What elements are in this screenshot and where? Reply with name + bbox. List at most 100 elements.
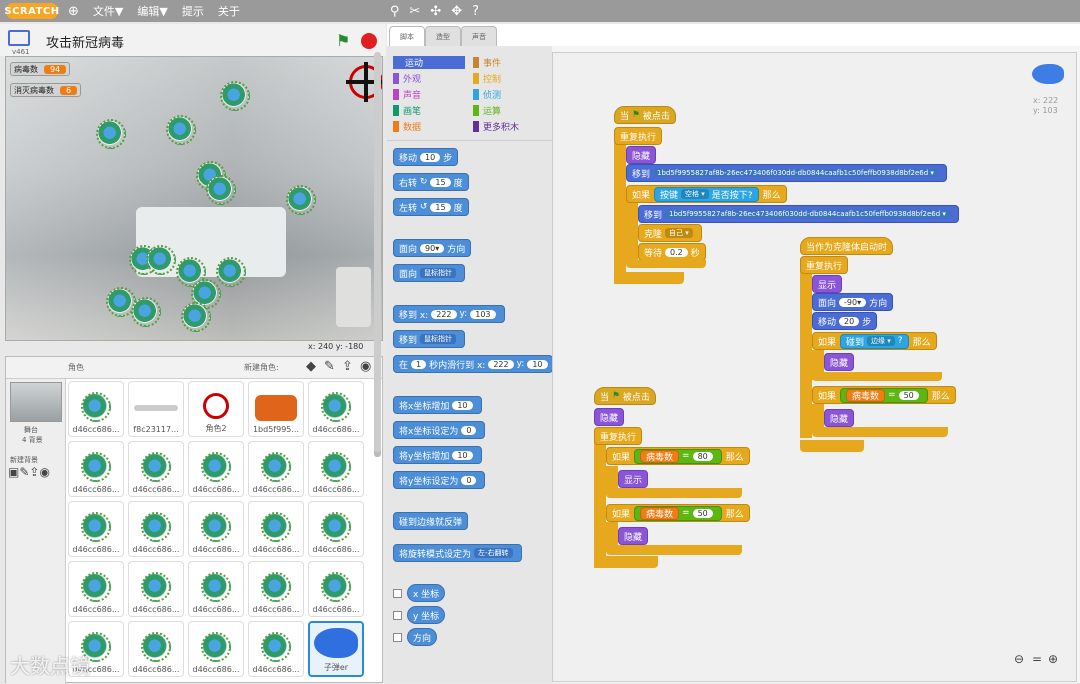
scratch-logo[interactable]: SCRATCH	[4, 3, 59, 19]
block-change-y[interactable]: 将y坐标增加 10	[393, 446, 482, 464]
cut-icon[interactable]: ✂	[409, 4, 420, 19]
duplicate-icon[interactable]: ⚲	[390, 4, 400, 19]
shrink-icon[interactable]: ✥	[451, 4, 462, 19]
sprite-thumbnail[interactable]: d46cc686...	[248, 621, 304, 677]
tips-menu[interactable]: 提示	[182, 3, 204, 19]
sprite-thumbnail[interactable]: d46cc686...	[188, 561, 244, 617]
hide-block-5[interactable]: 隐藏	[618, 527, 649, 545]
project-title[interactable]: 攻击新冠病毒	[46, 32, 124, 51]
sprite-thumbnail[interactable]: 1bd5f995...	[248, 381, 304, 437]
paint-brush-icon[interactable]: ✎	[324, 359, 335, 374]
sprite-thumbnail[interactable]: d46cc686...	[308, 561, 364, 617]
if-touch-edge-block[interactable]: 如果 碰到 边缘 ▾? 那么	[812, 332, 937, 350]
if-var-80-block[interactable]: 如果 病毒数 = 80 那么	[606, 447, 750, 465]
category-4[interactable]: 声音	[393, 88, 421, 101]
block-rotation-style[interactable]: 将旋转模式设定为 左-右翻转	[393, 544, 522, 562]
stage-thumbnail[interactable]	[10, 382, 62, 422]
zoom-out-icon[interactable]: ⊖	[1014, 652, 1024, 666]
fullscreen-icon[interactable]	[8, 30, 30, 46]
clone-start-hat[interactable]: 当作为克隆体启动时	[800, 237, 894, 255]
sprite-thumbnail[interactable]: d46cc686...	[68, 501, 124, 557]
stop-icon[interactable]	[361, 33, 377, 49]
block-point-towards[interactable]: 面向 鼠标指针	[393, 264, 466, 282]
about-menu[interactable]: 关于	[218, 3, 240, 19]
block-glide[interactable]: 在 1 秒内滑行到 x: 222 y: 10	[393, 355, 553, 373]
when-flag-hat[interactable]: 当 ⚑ 被点击	[614, 106, 676, 124]
sprite-thumbnail[interactable]: d46cc686...	[128, 441, 184, 497]
hide-block-4[interactable]: 隐藏	[594, 408, 625, 426]
category-1[interactable]: 事件	[473, 56, 501, 69]
block-point-direction[interactable]: 面向 90▾ 方向	[393, 239, 472, 257]
show-block-2[interactable]: 显示	[618, 470, 649, 488]
sprite-thumbnail[interactable]: d46cc686...	[248, 441, 304, 497]
block-goto[interactable]: 移到 鼠标指针	[393, 330, 466, 348]
block-turn-right[interactable]: 右转 ↻ 15 度	[393, 173, 469, 191]
goto-block-inner[interactable]: 移到 1bd5f9955827af8b-26ec473406f030dd-db08…	[638, 205, 959, 223]
goto-block[interactable]: 移到 1bd5f9955827af8b-26ec473406f030dd-db08…	[626, 164, 947, 182]
checkbox-direction[interactable]	[393, 633, 402, 642]
clone-block[interactable]: 克隆 自己 ▾	[638, 224, 702, 242]
category-0[interactable]: 运动	[393, 56, 465, 69]
tab-scripts[interactable]: 脚本	[389, 26, 425, 46]
block-goto-xy[interactable]: 移到 x: 222 y: 103	[393, 305, 505, 323]
category-8[interactable]: 数据	[393, 120, 421, 133]
sprite-library-icon[interactable]: ◆	[306, 359, 316, 374]
camera-icon[interactable]: ◉	[360, 359, 371, 374]
reporter-direction[interactable]: 方向	[407, 628, 438, 646]
category-6[interactable]: 画笔	[393, 104, 421, 117]
if-key-block[interactable]: 如果 按键 空格 ▾ 是否按下? 那么	[626, 185, 787, 203]
block-bounce[interactable]: 碰到边缘就反弹	[393, 512, 469, 530]
block-turn-left[interactable]: 左转 ↺ 15 度	[393, 198, 469, 216]
green-flag-icon[interactable]: ⚑	[336, 31, 350, 50]
tab-costumes[interactable]: 造型	[425, 26, 461, 46]
sprite-thumbnail[interactable]: d46cc686...	[68, 441, 124, 497]
show-block[interactable]: 显示	[812, 275, 843, 293]
backdrop-tools-icon[interactable]: ▣✎⇪◉	[8, 465, 50, 479]
stage-canvas[interactable]: 病毒数 94 消灭病毒数 6	[5, 56, 383, 341]
forever-block[interactable]: 重复执行	[614, 127, 663, 145]
block-set-x[interactable]: 将x坐标设定为 0	[393, 421, 486, 439]
forever2-block[interactable]: 重复执行	[800, 256, 849, 274]
sprite-thumbnail[interactable]: d46cc686...	[188, 441, 244, 497]
help-icon[interactable]: ?	[472, 4, 479, 19]
sprite-thumbnail[interactable]: 子弹er	[308, 621, 364, 677]
hide-block-2[interactable]: 隐藏	[824, 353, 855, 371]
sprite-thumbnail[interactable]: d46cc686...	[68, 561, 124, 617]
edit-menu[interactable]: 编辑▼	[137, 3, 167, 19]
sprite-thumbnail[interactable]: d46cc686...	[308, 441, 364, 497]
file-menu[interactable]: 文件▼	[93, 3, 123, 19]
globe-icon[interactable]: ⊕	[68, 4, 79, 19]
zoom-in-icon[interactable]: ⊕	[1048, 652, 1058, 666]
sprite-thumbnail[interactable]: d46cc686...	[248, 501, 304, 557]
block-set-y[interactable]: 将y坐标设定为 0	[393, 471, 486, 489]
block-change-x[interactable]: 将x坐标增加 10	[393, 396, 482, 414]
sprite-thumbnail[interactable]: d46cc686...	[128, 621, 184, 677]
category-7[interactable]: 运算	[473, 104, 501, 117]
hide-block-3[interactable]: 隐藏	[824, 409, 855, 427]
sprite-thumbnail[interactable]: d46cc686...	[308, 501, 364, 557]
category-3[interactable]: 控制	[473, 72, 501, 85]
forever3-block[interactable]: 重复执行	[594, 427, 643, 445]
when-flag-hat-2[interactable]: 当 ⚑ 被点击	[594, 387, 656, 405]
sprite-thumbnail[interactable]: d46cc686...	[128, 501, 184, 557]
tab-sounds[interactable]: 声音	[461, 26, 497, 46]
sprite-pane-scroll[interactable]	[374, 52, 381, 452]
sprite-thumbnail[interactable]: d46cc686...	[68, 381, 124, 437]
checkbox-xpos[interactable]	[393, 589, 402, 598]
point-direction-block[interactable]: 面向 -90▾ 方向	[812, 293, 894, 311]
zoom-reset-icon[interactable]: =	[1032, 652, 1042, 666]
hide-block[interactable]: 隐藏	[626, 146, 657, 164]
sprite-thumbnail[interactable]: f8c23117...	[128, 381, 184, 437]
if-var-50-block[interactable]: 如果 病毒数 = 50 那么	[812, 386, 956, 404]
upload-icon[interactable]: ⇪	[342, 359, 353, 374]
move-block[interactable]: 移动 20 步	[812, 312, 878, 330]
reporter-xpos[interactable]: x 坐标	[407, 584, 446, 602]
reporter-ypos[interactable]: y 坐标	[407, 606, 446, 624]
wait-block[interactable]: 等待 0.2 秒	[638, 243, 706, 261]
block-move[interactable]: 移动 10 步	[393, 148, 459, 166]
category-9[interactable]: 更多积木	[473, 120, 519, 133]
grow-icon[interactable]: ✣	[430, 4, 441, 19]
sprite-thumbnail[interactable]: d46cc686...	[188, 621, 244, 677]
if-var-50-block-2[interactable]: 如果 病毒数 = 50 那么	[606, 504, 750, 522]
sprite-thumbnail[interactable]: d46cc686...	[188, 501, 244, 557]
